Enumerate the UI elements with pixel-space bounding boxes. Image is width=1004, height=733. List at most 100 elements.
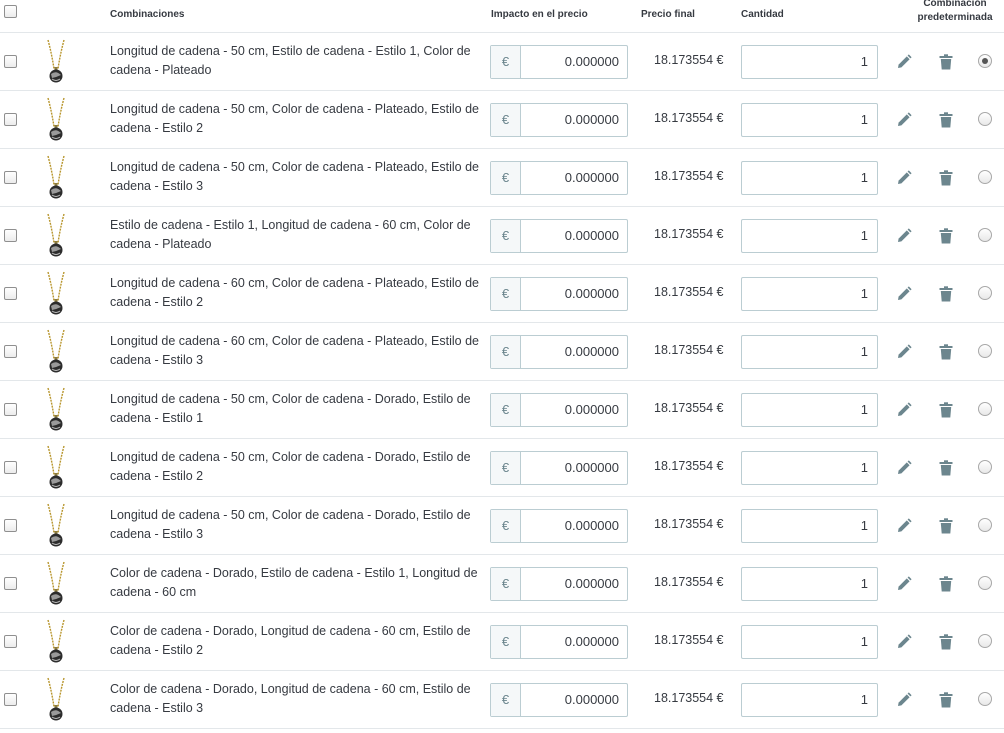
- price-impact-field[interactable]: € 0.000000: [490, 567, 628, 601]
- combination-name: Longitud de cadena - 50 cm, Color de cad…: [110, 102, 479, 135]
- currency-addon: €: [491, 220, 521, 252]
- price-impact-value: 0.000000: [564, 692, 619, 707]
- pencil-icon[interactable]: [896, 634, 912, 650]
- quantity-field[interactable]: 1: [741, 393, 878, 427]
- row-select-checkbox[interactable]: [4, 461, 17, 474]
- price-impact-field[interactable]: € 0.000000: [490, 103, 628, 137]
- default-combination-radio[interactable]: [978, 402, 992, 416]
- row-select-checkbox[interactable]: [4, 113, 17, 126]
- quantity-field[interactable]: 1: [741, 567, 878, 601]
- default-combination-radio[interactable]: [978, 112, 992, 126]
- pencil-icon[interactable]: [896, 286, 912, 302]
- trash-icon[interactable]: [939, 576, 953, 592]
- default-combination-radio[interactable]: [978, 518, 992, 532]
- table-row: Longitud de cadena - 60 cm, Color de cad…: [0, 265, 1004, 323]
- combination-name: Color de cadena - Dorado, Longitud de ca…: [110, 682, 471, 715]
- select-all-checkbox[interactable]: [4, 5, 17, 18]
- trash-icon[interactable]: [939, 170, 953, 186]
- necklace-thumbnail-icon: [47, 619, 65, 663]
- trash-icon[interactable]: [939, 634, 953, 650]
- combination-name: Color de cadena - Dorado, Longitud de ca…: [110, 624, 471, 657]
- quantity-field[interactable]: 1: [741, 277, 878, 311]
- price-impact-value: 0.000000: [564, 170, 619, 185]
- default-combination-radio[interactable]: [978, 692, 992, 706]
- row-select-checkbox[interactable]: [4, 403, 17, 416]
- price-impact-field[interactable]: € 0.000000: [490, 393, 628, 427]
- pencil-icon[interactable]: [896, 460, 912, 476]
- default-combination-radio[interactable]: [978, 576, 992, 590]
- quantity-field[interactable]: 1: [741, 509, 878, 543]
- header-default-line1: Combinación: [923, 0, 987, 9]
- quantity-field[interactable]: 1: [741, 625, 878, 659]
- currency-addon: €: [491, 104, 521, 136]
- currency-addon: €: [491, 452, 521, 484]
- price-impact-field[interactable]: € 0.000000: [490, 451, 628, 485]
- necklace-thumbnail-icon: [47, 329, 65, 373]
- default-combination-radio[interactable]: [978, 170, 992, 184]
- pencil-icon[interactable]: [896, 54, 912, 70]
- final-price: 18.173554 €: [654, 343, 724, 357]
- price-impact-field[interactable]: € 0.000000: [490, 625, 628, 659]
- default-combination-radio[interactable]: [978, 634, 992, 648]
- price-impact-field[interactable]: € 0.000000: [490, 219, 628, 253]
- row-select-checkbox[interactable]: [4, 229, 17, 242]
- trash-icon[interactable]: [939, 228, 953, 244]
- table-row: Color de cadena - Dorado, Estilo de cade…: [0, 555, 1004, 613]
- row-select-checkbox[interactable]: [4, 345, 17, 358]
- radio-selected-dot: [982, 58, 988, 64]
- pencil-icon[interactable]: [896, 576, 912, 592]
- quantity-field[interactable]: 1: [741, 219, 878, 253]
- trash-icon[interactable]: [939, 692, 953, 708]
- default-combination-radio[interactable]: [978, 228, 992, 242]
- final-price: 18.173554 €: [654, 401, 724, 415]
- default-combination-radio[interactable]: [978, 54, 992, 68]
- price-impact-field[interactable]: € 0.000000: [490, 161, 628, 195]
- header-quantity: Cantidad: [741, 9, 784, 20]
- row-select-checkbox[interactable]: [4, 635, 17, 648]
- price-impact-field[interactable]: € 0.000000: [490, 45, 628, 79]
- trash-icon[interactable]: [939, 344, 953, 360]
- combination-name: Longitud de cadena - 50 cm, Color de cad…: [110, 392, 471, 425]
- price-impact-field[interactable]: € 0.000000: [490, 335, 628, 369]
- quantity-field[interactable]: 1: [741, 103, 878, 137]
- final-price: 18.173554 €: [654, 227, 724, 241]
- trash-icon[interactable]: [939, 112, 953, 128]
- price-impact-value: 0.000000: [564, 402, 619, 417]
- trash-icon[interactable]: [939, 518, 953, 534]
- row-select-checkbox[interactable]: [4, 519, 17, 532]
- row-select-checkbox[interactable]: [4, 577, 17, 590]
- pencil-icon[interactable]: [896, 170, 912, 186]
- price-impact-field[interactable]: € 0.000000: [490, 509, 628, 543]
- table-row: Longitud de cadena - 60 cm, Color de cad…: [0, 323, 1004, 381]
- default-combination-radio[interactable]: [978, 344, 992, 358]
- pencil-icon[interactable]: [896, 228, 912, 244]
- pencil-icon[interactable]: [896, 518, 912, 534]
- price-impact-value: 0.000000: [564, 344, 619, 359]
- price-impact-field[interactable]: € 0.000000: [490, 277, 628, 311]
- row-select-checkbox[interactable]: [4, 693, 17, 706]
- row-select-checkbox[interactable]: [4, 55, 17, 68]
- trash-icon[interactable]: [939, 402, 953, 418]
- combination-name: Estilo de cadena - Estilo 1, Longitud de…: [110, 218, 471, 251]
- pencil-icon[interactable]: [896, 344, 912, 360]
- quantity-field[interactable]: 1: [741, 335, 878, 369]
- trash-icon[interactable]: [939, 54, 953, 70]
- pencil-icon[interactable]: [896, 112, 912, 128]
- table-row: Longitud de cadena - 50 cm, Color de cad…: [0, 439, 1004, 497]
- pencil-icon[interactable]: [896, 402, 912, 418]
- row-select-checkbox[interactable]: [4, 171, 17, 184]
- trash-icon[interactable]: [939, 286, 953, 302]
- quantity-field[interactable]: 1: [741, 683, 878, 717]
- price-impact-field[interactable]: € 0.000000: [490, 683, 628, 717]
- necklace-thumbnail-icon: [47, 387, 65, 431]
- currency-addon: €: [491, 684, 521, 716]
- row-select-checkbox[interactable]: [4, 287, 17, 300]
- quantity-field[interactable]: 1: [741, 45, 878, 79]
- default-combination-radio[interactable]: [978, 460, 992, 474]
- trash-icon[interactable]: [939, 460, 953, 476]
- quantity-field[interactable]: 1: [741, 451, 878, 485]
- quantity-field[interactable]: 1: [741, 161, 878, 195]
- quantity-value: 1: [860, 518, 868, 533]
- default-combination-radio[interactable]: [978, 286, 992, 300]
- pencil-icon[interactable]: [896, 692, 912, 708]
